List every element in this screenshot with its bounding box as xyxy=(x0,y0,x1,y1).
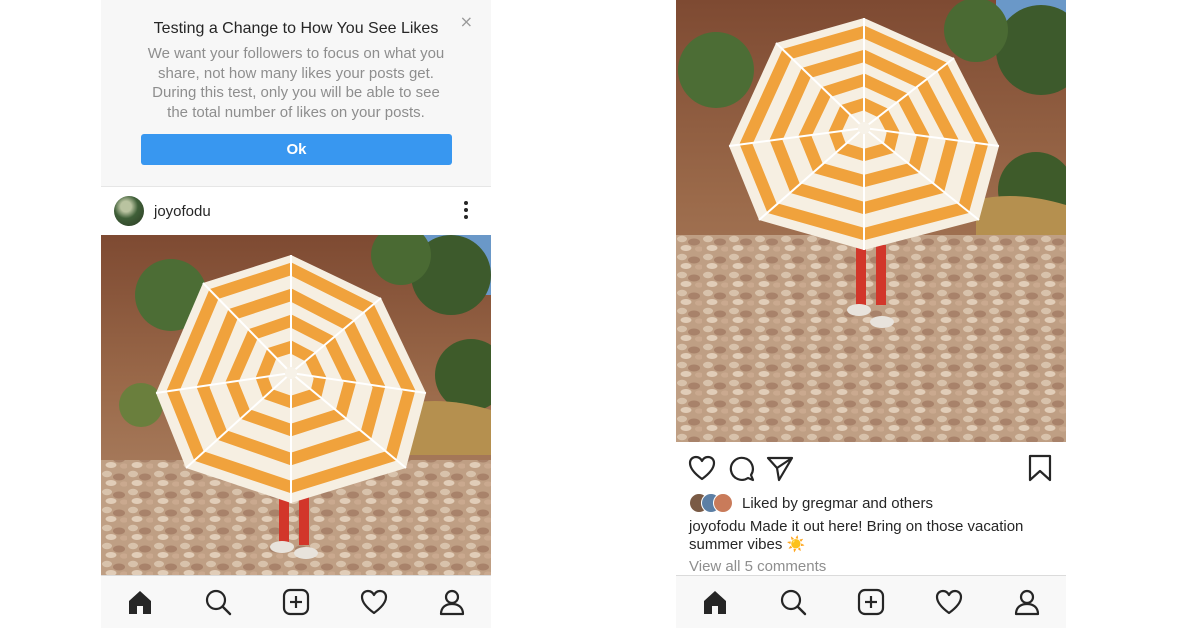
likes-test-notice: Testing a Change to How You See Likes × … xyxy=(101,0,491,187)
profile-icon[interactable] xyxy=(437,587,467,617)
heart-icon[interactable] xyxy=(688,454,716,482)
liked-by-text[interactable]: Liked by gregmar and others xyxy=(742,495,933,512)
notice-body: We want your followers to focus on what … xyxy=(147,45,445,121)
post-header: joyofodu xyxy=(101,187,491,235)
comment-icon[interactable] xyxy=(727,454,755,482)
more-vertical-icon[interactable] xyxy=(455,199,477,221)
liked-by-others[interactable]: others xyxy=(891,495,933,512)
liked-by-user[interactable]: gregmar xyxy=(802,495,858,512)
profile-icon[interactable] xyxy=(1012,587,1042,617)
phone-screen-right: Liked by gregmar and others joyofodu Mad… xyxy=(676,0,1066,628)
search-icon[interactable] xyxy=(203,587,233,617)
liked-by-conjunction: and xyxy=(862,495,888,512)
post-username[interactable]: joyofodu xyxy=(154,203,211,220)
activity-heart-icon[interactable] xyxy=(934,587,964,617)
send-icon[interactable] xyxy=(766,454,794,482)
liked-by-prefix: Liked by xyxy=(742,495,798,512)
home-icon[interactable] xyxy=(700,587,730,617)
bottom-nav-left xyxy=(101,575,491,628)
ok-button[interactable]: Ok xyxy=(141,134,452,165)
post-actions xyxy=(676,442,1066,492)
new-post-icon[interactable] xyxy=(281,587,311,617)
avatar[interactable] xyxy=(114,196,144,226)
post-caption: joyofodu Made it out here! Bring on thos… xyxy=(689,518,1039,554)
bookmark-icon[interactable] xyxy=(1026,454,1054,482)
phone-screen-left: Testing a Change to How You See Likes × … xyxy=(101,0,491,628)
notice-title: Testing a Change to How You See Likes xyxy=(153,20,439,37)
new-post-icon[interactable] xyxy=(856,587,886,617)
close-icon[interactable]: × xyxy=(460,12,473,31)
caption-username[interactable]: joyofodu xyxy=(689,518,746,535)
view-all-comments-link[interactable]: View all 5 comments xyxy=(689,558,826,575)
activity-heart-icon[interactable] xyxy=(359,587,389,617)
post-photo[interactable] xyxy=(676,0,1066,442)
sun-emoji: ☀️ xyxy=(786,536,806,553)
liker-avatar xyxy=(713,493,733,513)
post-photo[interactable] xyxy=(101,235,491,576)
bottom-nav-right xyxy=(676,575,1066,628)
liked-by-row: Liked by gregmar and others xyxy=(689,493,1059,513)
search-icon[interactable] xyxy=(778,587,808,617)
home-icon[interactable] xyxy=(125,587,155,617)
